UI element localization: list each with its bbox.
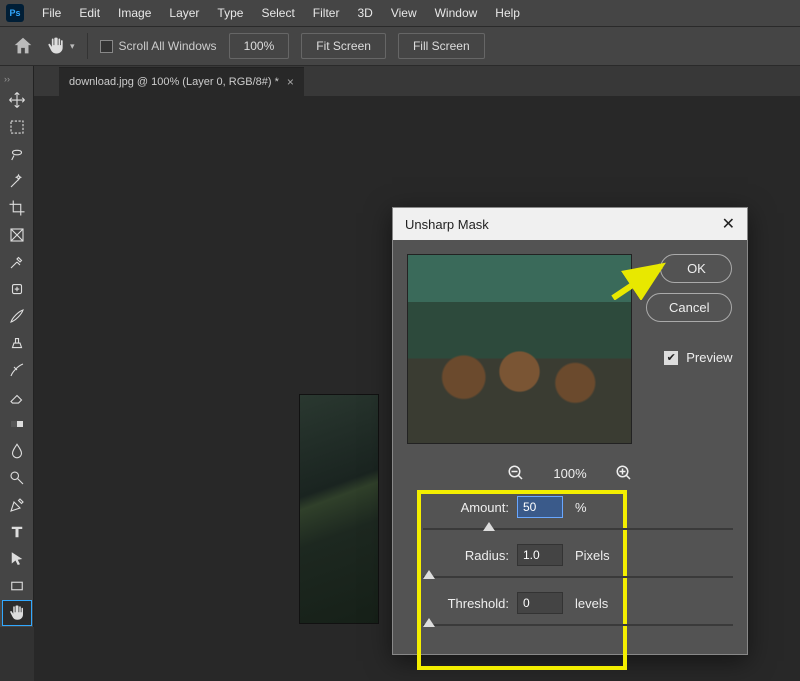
amount-unit: % <box>575 500 587 515</box>
gradient-tool[interactable] <box>2 411 32 437</box>
fit-screen-button[interactable]: Fit Screen <box>301 33 386 59</box>
menu-select[interactable]: Select <box>253 2 302 24</box>
radius-slider[interactable] <box>423 576 733 578</box>
tool-preset-chevron-icon[interactable]: ▾ <box>70 41 75 52</box>
document-tab[interactable]: download.jpg @ 100% (Layer 0, RGB/8#) * … <box>59 67 304 96</box>
clone-stamp-tool[interactable] <box>2 330 32 356</box>
marquee-tool[interactable] <box>2 114 32 140</box>
radius-input[interactable] <box>517 544 563 566</box>
slider-thumb-icon[interactable] <box>423 618 435 627</box>
threshold-slider[interactable] <box>423 624 733 626</box>
preview-checkbox[interactable]: ✔ Preview <box>664 350 732 365</box>
document-area: download.jpg @ 100% (Layer 0, RGB/8#) * … <box>34 66 800 681</box>
slider-thumb-icon[interactable] <box>483 522 495 531</box>
lasso-tool[interactable] <box>2 141 32 167</box>
menu-layer[interactable]: Layer <box>161 2 207 24</box>
slider-thumb-icon[interactable] <box>423 570 435 579</box>
menu-3d[interactable]: 3D <box>349 2 380 24</box>
close-dialog-icon[interactable]: ✕ <box>722 214 735 234</box>
move-tool[interactable] <box>2 87 32 113</box>
preview-zoom-label: 100% <box>553 466 586 481</box>
amount-slider[interactable] <box>423 528 733 530</box>
blur-tool[interactable] <box>2 438 32 464</box>
magic-wand-tool[interactable] <box>2 168 32 194</box>
ok-button[interactable]: OK <box>660 254 732 283</box>
eraser-tool[interactable] <box>2 384 32 410</box>
brush-tool[interactable] <box>2 303 32 329</box>
pen-tool[interactable] <box>2 492 32 518</box>
menu-image[interactable]: Image <box>110 2 159 24</box>
dodge-tool[interactable] <box>2 465 32 491</box>
dialog-title: Unsharp Mask <box>405 217 489 232</box>
menu-help[interactable]: Help <box>487 2 528 24</box>
dialog-titlebar[interactable]: Unsharp Mask ✕ <box>393 208 747 240</box>
app-logo: Ps <box>6 4 24 22</box>
canvas-image <box>299 394 379 624</box>
expand-tools-icon[interactable]: ›› <box>0 72 33 86</box>
checkmark-icon: ✔ <box>664 351 678 365</box>
hand-tool[interactable] <box>2 600 32 626</box>
frame-tool[interactable] <box>2 222 32 248</box>
threshold-unit: levels <box>575 596 608 611</box>
zoom-in-icon[interactable] <box>615 464 633 482</box>
menu-view[interactable]: View <box>383 2 425 24</box>
amount-label: Amount: <box>437 500 509 515</box>
crop-tool[interactable] <box>2 195 32 221</box>
menu-type[interactable]: Type <box>209 2 251 24</box>
scroll-all-windows-checkbox[interactable]: Scroll All Windows <box>100 39 217 53</box>
threshold-input[interactable] <box>517 592 563 614</box>
menu-bar: Ps File Edit Image Layer Type Select Fil… <box>0 0 800 26</box>
path-selection-tool[interactable] <box>2 546 32 572</box>
menu-filter[interactable]: Filter <box>305 2 348 24</box>
checkbox-icon <box>100 40 113 53</box>
healing-brush-tool[interactable] <box>2 276 32 302</box>
amount-input[interactable] <box>517 496 563 518</box>
tools-panel: ›› <box>0 66 34 627</box>
unsharp-mask-dialog: Unsharp Mask ✕ OK Cancel ✔ Previ <box>392 207 748 655</box>
radius-unit: Pixels <box>575 548 610 563</box>
radius-label: Radius: <box>437 548 509 563</box>
filter-preview-image[interactable] <box>407 254 632 444</box>
document-tab-bar: download.jpg @ 100% (Layer 0, RGB/8#) * … <box>34 66 800 96</box>
scroll-all-label: Scroll All Windows <box>119 39 217 53</box>
document-tab-title: download.jpg @ 100% (Layer 0, RGB/8#) * <box>69 76 279 88</box>
cancel-button[interactable]: Cancel <box>646 293 732 322</box>
threshold-label: Threshold: <box>437 596 509 611</box>
menu-window[interactable]: Window <box>427 2 486 24</box>
home-icon[interactable] <box>12 35 34 57</box>
menu-edit[interactable]: Edit <box>71 2 108 24</box>
history-brush-tool[interactable] <box>2 357 32 383</box>
options-bar: ▾ Scroll All Windows 100% Fit Screen Fil… <box>0 26 800 66</box>
type-tool[interactable] <box>2 519 32 545</box>
rectangle-tool[interactable] <box>2 573 32 599</box>
fill-screen-button[interactable]: Fill Screen <box>398 33 485 59</box>
zoom-out-icon[interactable] <box>507 464 525 482</box>
canvas[interactable]: Unsharp Mask ✕ OK Cancel ✔ Previ <box>34 96 800 681</box>
eyedropper-tool[interactable] <box>2 249 32 275</box>
close-tab-icon[interactable]: × <box>287 75 294 89</box>
hand-tool-icon[interactable] <box>46 36 66 56</box>
menu-file[interactable]: File <box>34 2 69 24</box>
preview-label: Preview <box>686 350 732 365</box>
zoom-level-button[interactable]: 100% <box>229 33 290 59</box>
